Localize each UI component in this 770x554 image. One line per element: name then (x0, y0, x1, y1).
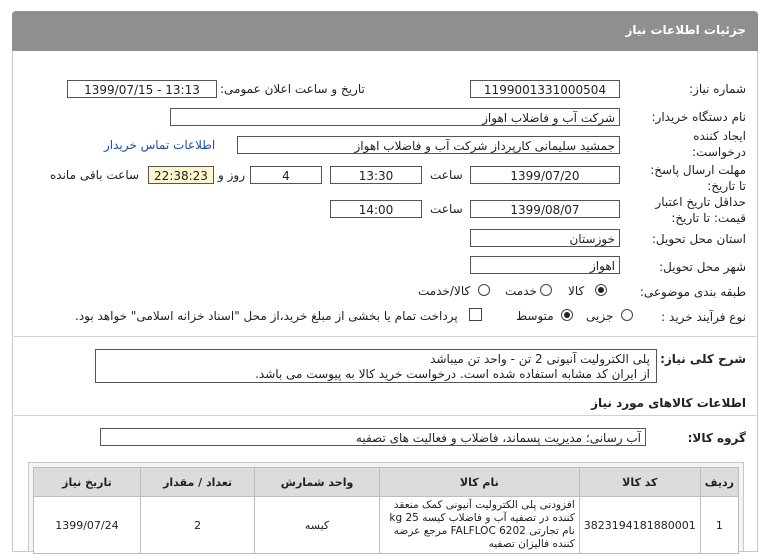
buyer-org-field[interactable]: شرکت آب و فاضلاب اهواز (170, 108, 620, 126)
deadline-time-field[interactable]: 13:30 (330, 166, 422, 184)
description-line-2: از ایران کد مشابه استفاده شده است. درخوا… (255, 367, 650, 381)
description-line-1: پلی الکترولیت آنیونی 2 تن - واحد تن میبا… (430, 352, 650, 366)
col-date: تاریخ نیاز (33, 467, 141, 497)
category-radio-goods[interactable] (595, 284, 607, 296)
requester-label-1: ایجاد کننده (693, 129, 746, 143)
validity-label-2: قیمت: تا تاریخ: (671, 211, 746, 225)
remaining-time-field: 22:38:23 (148, 166, 214, 184)
goods-section-title: اطلاعات کالاهای مورد نیاز (591, 396, 746, 410)
category-option-both: کالا/خدمت (418, 284, 471, 298)
separator-goods (14, 415, 756, 416)
requester-label-2: درخواست: (692, 145, 746, 159)
announce-field[interactable]: 1399/07/15 - 13:13 (67, 80, 217, 98)
validity-time-label: ساعت (430, 202, 463, 216)
process-radio-medium[interactable] (561, 309, 573, 321)
payment-note: پرداخت تمام یا بخشی از مبلغ خرید،از محل … (75, 309, 458, 323)
col-qty: تعداد / مقدار (139, 467, 256, 497)
deadline-label-1: مهلت ارسال پاسخ: (650, 163, 746, 177)
col-unit: واحد شمارش (254, 467, 380, 497)
category-radio-both[interactable] (478, 284, 490, 296)
treasury-payment-checkbox[interactable] (469, 308, 482, 321)
days-field[interactable]: 4 (250, 166, 322, 184)
panel-header: جزئیات اطلاعات نیاز (12, 11, 758, 51)
col-index: ردیف (699, 467, 740, 497)
buyer-org-label: نام دستگاه خریدار: (651, 110, 747, 124)
city-label: شهر محل تحویل: (659, 260, 746, 274)
process-option-minor: جزیی (586, 309, 614, 323)
days-label: روز و (218, 168, 245, 182)
category-radio-service[interactable] (540, 284, 552, 296)
items-header-row: ردیف کد کالا نام کالا واحد شمارش تعداد /… (33, 467, 740, 497)
deadline-label-2: تا تاریخ: (707, 179, 746, 193)
requester-field[interactable]: جمشید سلیمانی کارپرداز شرکت آب و فاضلاب … (237, 136, 620, 154)
process-radio-minor[interactable] (621, 309, 633, 321)
city-field[interactable]: اهواز (470, 256, 620, 274)
validity-date-field[interactable]: 1399/08/07 (470, 200, 620, 218)
category-label: طبقه بندی موضوعی: (639, 285, 746, 299)
announce-label: تاریخ و ساعت اعلان عمومی: (220, 82, 365, 96)
description-label: شرح کلی نیاز: (660, 352, 746, 366)
category-option-service: خدمت (505, 284, 537, 298)
buyer-contact-link[interactable]: اطلاعات تماس خریدار (104, 138, 215, 152)
col-name: نام کالا (378, 467, 580, 497)
items-table: ردیف کد کالا نام کالا واحد شمارش تعداد /… (33, 467, 740, 554)
separator (14, 336, 756, 337)
province-field[interactable]: خوزستان (470, 229, 620, 247)
category-option-goods: کالا (568, 284, 585, 298)
deadline-date-field[interactable]: 1399/07/20 (470, 166, 620, 184)
items-table-container: ردیف کد کالا نام کالا واحد شمارش تعداد /… (28, 462, 744, 554)
description-box[interactable]: پلی الکترولیت آنیونی 2 تن - واحد تن میبا… (95, 349, 657, 383)
goods-group-field[interactable]: آب رسانی؛ مدیریت پسماند، فاضلاب و فعالیت… (100, 428, 646, 446)
need-number-field[interactable]: 1199001331000504 (470, 80, 620, 98)
panel-title: جزئیات اطلاعات نیاز (625, 23, 746, 37)
process-label: نوع فرآیند خرید : (661, 310, 746, 324)
remaining-label: ساعت باقی مانده (50, 168, 140, 182)
validity-time-field[interactable]: 14:00 (330, 200, 422, 218)
validity-label-1: حداقل تاریخ اعتبار (655, 195, 746, 209)
need-number-label: شماره نیاز: (689, 82, 746, 96)
deadline-time-label: ساعت (430, 168, 463, 182)
col-code: کد کالا (578, 467, 701, 497)
province-label: استان محل تحویل: (651, 232, 746, 246)
process-option-medium: متوسط (516, 309, 554, 323)
goods-group-label: گروه کالا: (687, 431, 746, 445)
